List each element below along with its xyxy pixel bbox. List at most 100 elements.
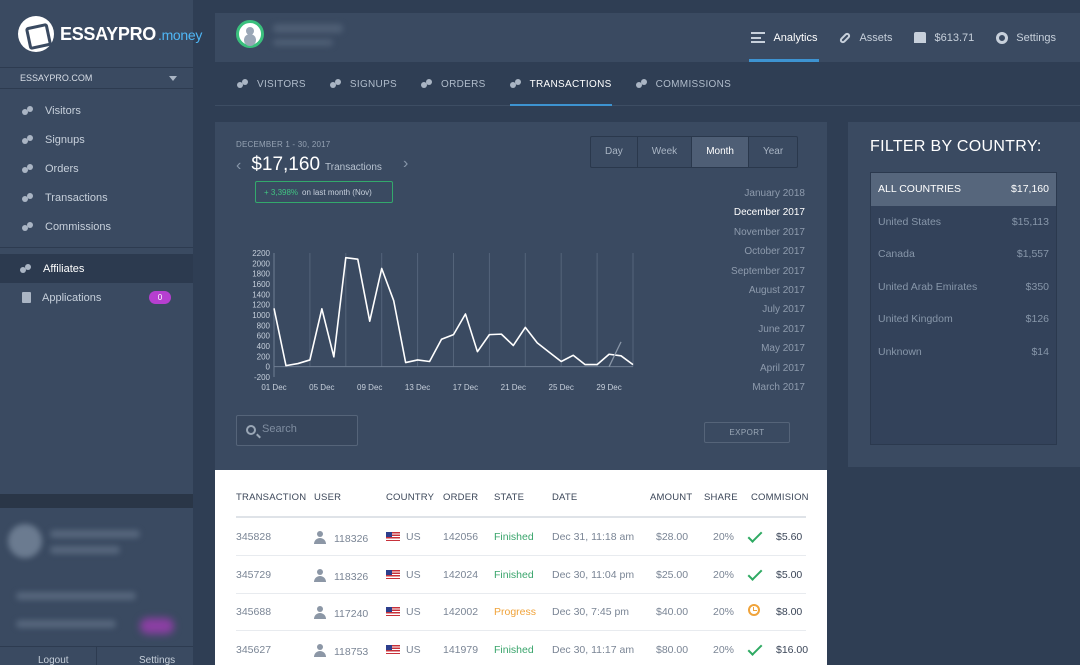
sidebar-item-applications[interactable]: Applications 0: [0, 283, 193, 312]
column-header[interactable]: ORDER: [443, 492, 478, 503]
y-tick-label: -200: [254, 373, 271, 382]
tab-commissions[interactable]: COMMISSIONS: [635, 62, 732, 106]
month-item[interactable]: March 2017: [731, 378, 805, 397]
user-avatar[interactable]: [236, 20, 264, 48]
table-row[interactable]: 345828 118326 US 142056 Finished Dec 31, 11:1…: [236, 518, 806, 556]
top-menu-balance[interactable]: $613.71: [914, 13, 974, 62]
transactions-chart-card: DECEMBER 1 - 30, 2017 ‹ $17,160 Transact…: [215, 122, 827, 470]
list-icon: [751, 32, 766, 43]
transaction-date: Dec 30, 11:17 am: [552, 643, 635, 656]
column-header[interactable]: AMOUNT: [650, 492, 692, 503]
sidebar-item-affiliates[interactable]: Affiliates: [0, 254, 193, 283]
user-id: 118326: [334, 533, 369, 545]
table-row[interactable]: 345729 118326 US 142024 Finished Dec 30, 11:0…: [236, 556, 806, 594]
month-item[interactable]: April 2017: [731, 359, 805, 378]
us-flag-icon: [386, 644, 400, 654]
balance-value: $613.71: [934, 31, 975, 44]
sidebar-item-signups[interactable]: Signups: [0, 125, 193, 154]
transaction-amount: $40.00: [656, 606, 689, 618]
state-label: Progress: [494, 606, 537, 618]
transactions-icon: [22, 192, 34, 203]
month-item[interactable]: June 2017: [731, 320, 805, 339]
logo[interactable]: ESSAYPRO .money: [18, 14, 202, 54]
tab-label: SIGNUPS: [349, 78, 398, 90]
country-filter-item[interactable]: ALL COUNTRIES $17,160: [871, 173, 1056, 206]
column-header[interactable]: COUNTRY: [386, 492, 434, 503]
commissions-icon: [22, 221, 34, 232]
country-filter-item[interactable]: Canada $1,557: [871, 238, 1056, 271]
next-period-arrow-icon[interactable]: ›: [403, 155, 408, 173]
sidebar: ESSAYPRO .money ESSAYPRO.COM Visitors Sig…: [0, 0, 202, 665]
month-item[interactable]: November 2017: [731, 223, 805, 242]
sidebar-item-visitors[interactable]: Visitors: [0, 96, 193, 125]
tab-visitors[interactable]: VISITORS: [237, 62, 306, 106]
search-input[interactable]: [262, 423, 352, 435]
table-row[interactable]: 345688 117240 US 142002 Progress Dec 30, 7:45…: [236, 593, 806, 631]
tab-orders[interactable]: ORDERS: [421, 62, 486, 106]
sidebar-item-transactions[interactable]: Transactions: [0, 183, 193, 212]
column-header[interactable]: SHARE: [704, 492, 738, 503]
kpi-summary: ‹ $17,160 Transactions: [236, 154, 382, 176]
country-filter-item[interactable]: United Arab Emirates $350: [871, 271, 1056, 304]
user-id: 118326: [334, 570, 369, 583]
user-icon: [314, 643, 326, 657]
column-header[interactable]: USER: [314, 492, 341, 503]
export-button[interactable]: EXPORT: [704, 422, 790, 443]
search-box[interactable]: [236, 415, 358, 446]
column-header[interactable]: TRANSACTION: [236, 492, 306, 503]
month-item[interactable]: January 2018: [731, 184, 805, 203]
country-total: $1,557: [1016, 248, 1049, 261]
column-header[interactable]: DATE: [552, 492, 577, 503]
us-flag-icon: [386, 607, 400, 616]
x-tick-label: 05 Dec: [309, 383, 334, 392]
country-filter-item[interactable]: United States $15,113: [871, 206, 1056, 239]
check-icon: [747, 565, 763, 581]
commission-value: $8.00: [776, 606, 803, 618]
share-percent: 20%: [713, 643, 735, 656]
top-menu-analytics[interactable]: Analytics: [749, 13, 820, 62]
country-filter-item[interactable]: United Kingdom $126: [871, 303, 1056, 336]
country-filter-item[interactable]: Unknown $14: [871, 336, 1056, 369]
month-item[interactable]: October 2017: [731, 242, 805, 261]
month-item[interactable]: September 2017: [731, 262, 805, 281]
column-header[interactable]: COMMISION: [751, 492, 809, 503]
user-cell[interactable]: 117240: [314, 606, 368, 620]
user-cell[interactable]: 118326: [314, 531, 368, 545]
column-header[interactable]: STATE: [494, 492, 524, 503]
month-item[interactable]: May 2017: [731, 339, 805, 358]
tab-signups[interactable]: SIGNUPS: [329, 62, 398, 106]
period-day-button[interactable]: Day: [591, 137, 637, 167]
country-name: Unknown: [878, 345, 922, 358]
change-value: + 3,398%: [264, 188, 299, 197]
period-week-button[interactable]: Week: [636, 137, 691, 167]
month-item[interactable]: July 2017: [731, 300, 805, 319]
country-name: ALL COUNTRIES: [878, 183, 962, 196]
sidebar-item-orders[interactable]: Orders: [0, 154, 193, 183]
chevron-down-icon: [169, 76, 177, 81]
sidebar-item-commissions[interactable]: Commissions: [0, 212, 193, 241]
country-total: $17,160: [1011, 183, 1049, 196]
top-menu-label: Analytics: [773, 31, 818, 44]
country-cell: US: [386, 569, 421, 581]
month-list: January 2018 December 2017 November 2017 Oc…: [731, 184, 805, 397]
user-cell[interactable]: 118753: [314, 643, 368, 658]
share-percent: 20%: [713, 568, 735, 581]
logout-button[interactable]: Logout: [0, 647, 96, 665]
transaction-amount: $28.00: [656, 531, 689, 543]
previous-period-arrow-icon[interactable]: ‹: [236, 157, 241, 175]
user-cell[interactable]: 118326: [314, 568, 369, 583]
y-tick-label: 1200: [252, 301, 270, 310]
transaction-date: Dec 30, 7:45 pm: [552, 606, 630, 618]
period-year-button[interactable]: Year: [747, 137, 797, 167]
top-menu-assets[interactable]: Assets: [839, 13, 892, 62]
sidebar-item-label: Orders: [45, 162, 79, 175]
top-menu-settings[interactable]: Settings: [996, 13, 1056, 62]
site-selector[interactable]: ESSAYPRO.COM: [0, 67, 193, 89]
month-item[interactable]: August 2017: [731, 281, 805, 300]
table-row[interactable]: 345627 118753 US 141979 Finished Dec 30, 11:1…: [236, 631, 808, 665]
period-month-button[interactable]: Month: [691, 137, 748, 167]
tab-transactions[interactable]: TRANSACTIONS: [509, 62, 612, 106]
sidebar-settings-button[interactable]: Settings: [96, 647, 193, 665]
month-item[interactable]: December 2017: [731, 203, 805, 222]
country-filter-list: ALL COUNTRIES $17,160 United States $15,113…: [870, 172, 1057, 445]
